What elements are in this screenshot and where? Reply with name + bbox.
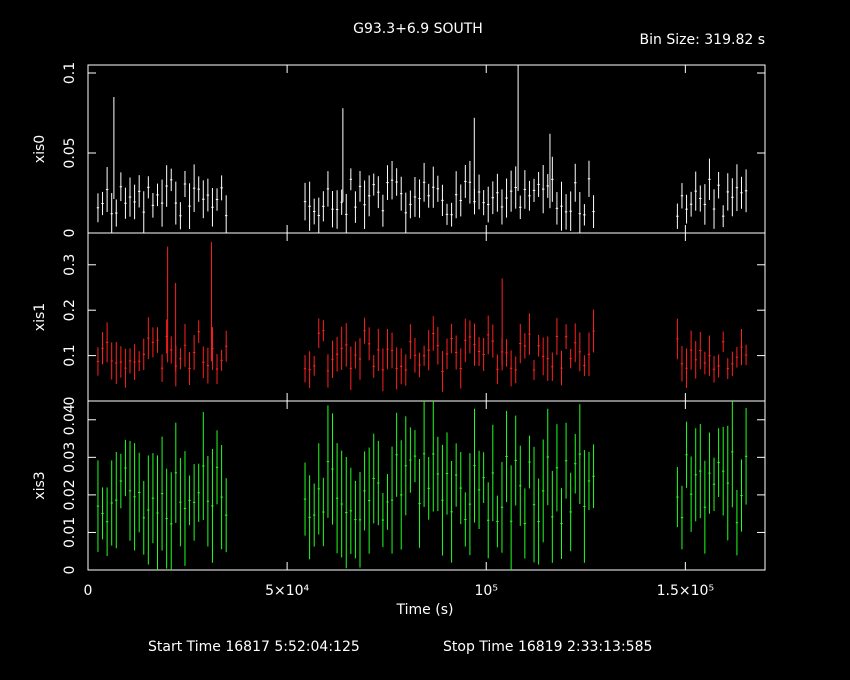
stop-time-label: Stop Time 16819 2:33:13:585 bbox=[443, 639, 652, 655]
y-tick-label: 0 bbox=[62, 229, 78, 238]
panel-xis3: 0 0.01 0.02 0.03 0.04 xis3 bbox=[32, 400, 766, 575]
chart-title: G93.3+6.9 SOUTH bbox=[353, 21, 483, 37]
bin-size-label: Bin Size: 319.82 s bbox=[640, 32, 765, 48]
y-axis-label-xis3: xis3 bbox=[32, 471, 48, 499]
y-tick-label: 0.1 bbox=[62, 344, 78, 366]
x-tick-label: 10⁵ bbox=[475, 583, 498, 599]
start-time-label: Start Time 16817 5:52:04:125 bbox=[148, 639, 360, 655]
y-axis-label-xis1: xis1 bbox=[32, 303, 48, 331]
y-tick-label: 0.05 bbox=[62, 137, 78, 168]
y-tick-label: 0.1 bbox=[62, 62, 78, 84]
y-tick-label: 0 bbox=[62, 397, 78, 406]
light-curve-figure: G93.3+6.9 SOUTH Bin Size: 319.82 s 0 0.05… bbox=[32, 21, 766, 655]
series-xis0 bbox=[96, 65, 748, 233]
x-tick-label: 1.5×10⁵ bbox=[657, 583, 714, 599]
y-tick-label: 0.2 bbox=[62, 299, 78, 321]
y-tick-label: 0.3 bbox=[62, 254, 78, 276]
x-axis: 0 5×10⁴ 10⁵ 1.5×10⁵ bbox=[84, 583, 715, 599]
x-tick-label: 5×10⁴ bbox=[265, 583, 309, 599]
y-tick-label: 0.04 bbox=[62, 404, 78, 435]
panels-group: 00.050.1xis000.10.20.3xis100.010.020.030… bbox=[32, 62, 766, 575]
y-tick-label: 0.01 bbox=[62, 517, 78, 548]
series-xis1 bbox=[96, 242, 748, 392]
y-tick-label: 0.03 bbox=[62, 442, 78, 473]
x-axis-label: Time (s) bbox=[396, 602, 454, 618]
panel-xis0: 0 0.05 0.1 xis0 bbox=[32, 62, 766, 238]
y-axis-label-xis0: xis0 bbox=[32, 135, 48, 163]
y-tick-label: 0.02 bbox=[62, 479, 78, 510]
series-xis3 bbox=[96, 401, 748, 570]
x-tick-label: 0 bbox=[84, 583, 93, 599]
y-tick-label: 0 bbox=[62, 566, 78, 575]
panel-xis1: 0 0.1 0.2 0.3 xis1 bbox=[32, 232, 766, 406]
